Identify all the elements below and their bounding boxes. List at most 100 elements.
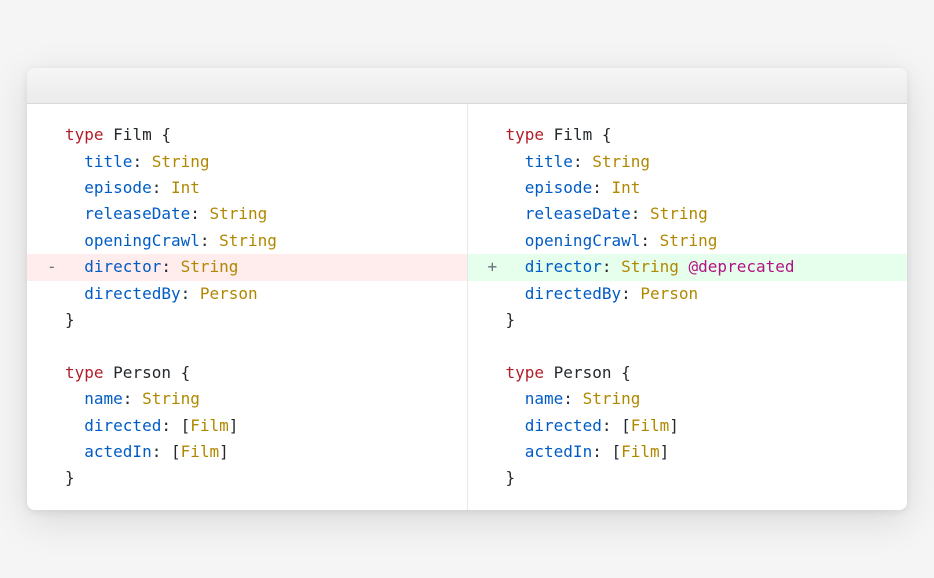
diff-gutter bbox=[47, 149, 65, 175]
diff-gutter bbox=[47, 201, 65, 227]
field-directed: directed bbox=[84, 416, 161, 435]
code-line: type Person { bbox=[27, 360, 467, 386]
keyword-type: type bbox=[506, 363, 545, 382]
colon: : bbox=[592, 442, 611, 461]
diff-gutter bbox=[47, 175, 65, 201]
colon: : bbox=[640, 231, 659, 250]
code-line: type Film { bbox=[27, 122, 467, 148]
diff-gutter bbox=[47, 307, 65, 333]
field-episode: episode bbox=[84, 178, 151, 197]
diff-gutter bbox=[488, 439, 506, 465]
code-line: openingCrawl: String bbox=[468, 228, 908, 254]
diff-marker-added: + bbox=[488, 254, 506, 280]
field-directedby: directedBy bbox=[525, 284, 621, 303]
type-ref-string: String bbox=[660, 231, 718, 250]
code-line: name: String bbox=[27, 386, 467, 412]
code-line: directedBy: Person bbox=[27, 281, 467, 307]
type-ref-film: Film bbox=[190, 416, 229, 435]
keyword-type: type bbox=[65, 125, 104, 144]
code-line: openingCrawl: String bbox=[27, 228, 467, 254]
type-ref-string: String bbox=[219, 231, 277, 250]
code-line: } bbox=[468, 465, 908, 491]
type-ref-string: String bbox=[152, 152, 210, 171]
diff-marker-removed: - bbox=[47, 254, 65, 280]
code-line: type Film { bbox=[468, 122, 908, 148]
code-line: title: String bbox=[468, 149, 908, 175]
code-line: type Person { bbox=[468, 360, 908, 386]
type-ref-film: Film bbox=[181, 442, 220, 461]
colon: : bbox=[152, 442, 171, 461]
type-ref-int: Int bbox=[611, 178, 640, 197]
brace-close: } bbox=[65, 310, 75, 329]
diff-gutter bbox=[488, 201, 506, 227]
diff-pane-after: type Film { title: String episode: Int r… bbox=[468, 104, 908, 509]
field-actedin: actedIn bbox=[525, 442, 592, 461]
bracket-open: [ bbox=[621, 416, 631, 435]
code-line: } bbox=[27, 465, 467, 491]
diff-gutter bbox=[488, 228, 506, 254]
brace-close: } bbox=[506, 468, 516, 487]
diff-gutter bbox=[488, 413, 506, 439]
brace-close: } bbox=[65, 468, 75, 487]
diff-gutter bbox=[488, 360, 506, 386]
code-line: actedIn: [Film] bbox=[468, 439, 908, 465]
type-name-person: Person bbox=[554, 363, 612, 382]
field-name: name bbox=[525, 389, 564, 408]
code-line-removed: - director: String bbox=[27, 254, 467, 280]
field-directedby: directedBy bbox=[84, 284, 180, 303]
field-title: title bbox=[84, 152, 132, 171]
window-titlebar bbox=[27, 68, 907, 104]
code-line: } bbox=[27, 307, 467, 333]
field-openingcrawl: openingCrawl bbox=[525, 231, 641, 250]
field-releasedate: releaseDate bbox=[525, 204, 631, 223]
diff-gutter bbox=[488, 386, 506, 412]
bracket-close: ] bbox=[669, 416, 679, 435]
type-name-film: Film bbox=[554, 125, 593, 144]
type-name-person: Person bbox=[113, 363, 171, 382]
bracket-close: ] bbox=[660, 442, 670, 461]
colon: : bbox=[573, 152, 592, 171]
diff-gutter bbox=[47, 465, 65, 491]
diff-gutter bbox=[47, 413, 65, 439]
colon: : bbox=[592, 178, 611, 197]
type-ref-string: String bbox=[181, 257, 239, 276]
diff-gutter bbox=[488, 122, 506, 148]
colon: : bbox=[190, 204, 209, 223]
bracket-close: ] bbox=[219, 442, 229, 461]
code-line: directedBy: Person bbox=[468, 281, 908, 307]
field-title: title bbox=[525, 152, 573, 171]
field-actedin: actedIn bbox=[84, 442, 151, 461]
diff-window: type Film { title: String episode: Int r… bbox=[27, 68, 907, 509]
diff-container: type Film { title: String episode: Int r… bbox=[27, 104, 907, 509]
field-episode: episode bbox=[525, 178, 592, 197]
field-openingcrawl: openingCrawl bbox=[84, 231, 200, 250]
type-ref-string: String bbox=[592, 152, 650, 171]
type-ref-string: String bbox=[210, 204, 268, 223]
code-line: } bbox=[468, 307, 908, 333]
code-line: title: String bbox=[27, 149, 467, 175]
colon: : bbox=[123, 389, 142, 408]
type-ref-person: Person bbox=[640, 284, 698, 303]
code-line-added: + director: String @deprecated bbox=[468, 254, 908, 280]
diff-gutter bbox=[488, 465, 506, 491]
field-director: director bbox=[525, 257, 602, 276]
bracket-open: [ bbox=[611, 442, 621, 461]
keyword-type: type bbox=[65, 363, 104, 382]
bracket-open: [ bbox=[181, 416, 191, 435]
code-line: episode: Int bbox=[468, 175, 908, 201]
diff-gutter bbox=[488, 175, 506, 201]
diff-gutter bbox=[47, 281, 65, 307]
code-line: releaseDate: String bbox=[27, 201, 467, 227]
colon: : bbox=[631, 204, 650, 223]
type-ref-string: String bbox=[621, 257, 679, 276]
code-line-blank bbox=[27, 333, 467, 359]
field-director: director bbox=[84, 257, 161, 276]
brace-open: { bbox=[611, 363, 630, 382]
field-releasedate: releaseDate bbox=[84, 204, 190, 223]
colon: : bbox=[161, 416, 180, 435]
diff-gutter bbox=[47, 439, 65, 465]
brace-close: } bbox=[506, 310, 516, 329]
colon: : bbox=[621, 284, 640, 303]
code-line: releaseDate: String bbox=[468, 201, 908, 227]
bracket-open: [ bbox=[171, 442, 181, 461]
